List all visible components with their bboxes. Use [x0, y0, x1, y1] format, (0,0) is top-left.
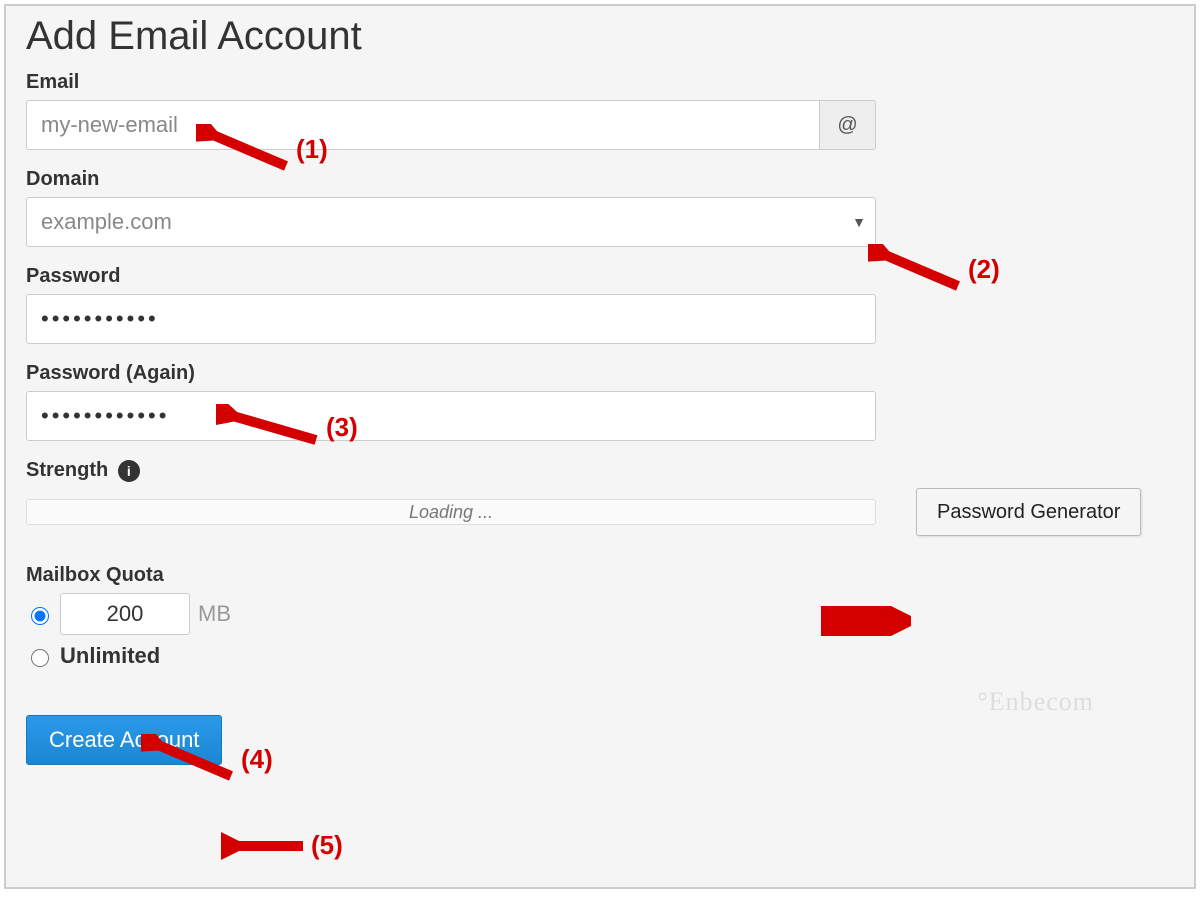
password-group: Password: [26, 265, 1174, 344]
info-icon[interactable]: i: [118, 460, 140, 482]
at-addon: @: [820, 100, 876, 150]
domain-select[interactable]: [26, 197, 876, 247]
domain-group: Domain ▼: [26, 168, 1174, 247]
mb-unit: MB: [198, 601, 231, 627]
email-group: Email @: [26, 71, 1174, 150]
password-again-input[interactable]: [26, 391, 876, 441]
arrow-icon: [221, 831, 311, 861]
password-input[interactable]: [26, 294, 876, 344]
domain-select-wrap: ▼: [26, 197, 876, 247]
password-generator-button[interactable]: Password Generator: [916, 488, 1141, 536]
mailbox-quota-label: Mailbox Quota: [26, 564, 1174, 587]
domain-label: Domain: [26, 168, 1174, 191]
unlimited-label: Unlimited: [60, 643, 160, 669]
quota-fixed-row: MB: [26, 593, 1174, 635]
strength-group: Strength i Loading ... Password Generato…: [26, 459, 1174, 536]
create-account-button[interactable]: Create Account: [26, 715, 222, 765]
quota-unlimited-row: Unlimited: [26, 643, 1174, 669]
strength-meter: Loading ...: [26, 499, 876, 525]
strength-label-text: Strength: [26, 459, 108, 481]
quota-unlimited-radio[interactable]: [31, 649, 49, 667]
strength-row: Loading ... Password Generator: [26, 488, 1174, 536]
annotation-5: (5): [221, 830, 343, 861]
page-title: Add Email Account: [26, 14, 1174, 59]
add-email-account-panel: Add Email Account Email @ Domain ▼ Passw…: [4, 4, 1196, 889]
watermark-text: °Enbecom: [977, 687, 1094, 717]
mailbox-quota-group: Mailbox Quota MB Unlimited: [26, 564, 1174, 669]
email-label: Email: [26, 71, 1174, 94]
password-again-group: Password (Again): [26, 362, 1174, 441]
email-input[interactable]: [26, 100, 820, 150]
email-input-row: @: [26, 100, 876, 150]
password-again-label: Password (Again): [26, 362, 1174, 385]
strength-label: Strength i: [26, 459, 1174, 482]
password-label: Password: [26, 265, 1174, 288]
quota-fixed-radio[interactable]: [31, 607, 49, 625]
quota-value-input[interactable]: [60, 593, 190, 635]
